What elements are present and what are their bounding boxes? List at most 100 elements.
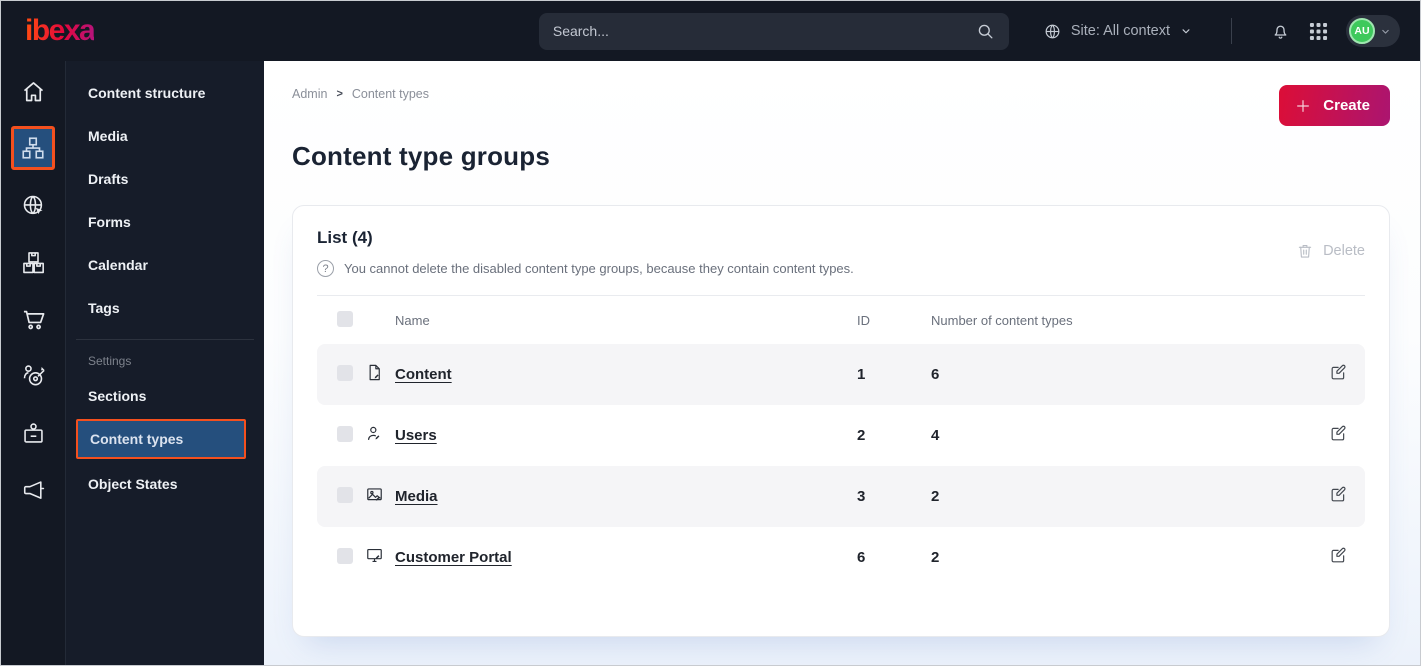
create-button-label: Create — [1323, 97, 1370, 114]
rail-item-personalization[interactable] — [11, 354, 55, 398]
icon-rail — [1, 61, 65, 665]
user-icon — [365, 424, 384, 443]
breadcrumb: Admin > Content types — [264, 61, 1420, 101]
chevron-down-icon — [1379, 25, 1392, 38]
group-name-link[interactable]: Customer Portal — [395, 549, 512, 566]
sidebar-item-label: Content types — [90, 431, 184, 447]
row-checkbox[interactable] — [337, 364, 353, 381]
group-count: 2 — [931, 488, 940, 505]
group-id: 6 — [857, 549, 866, 566]
list-note-text: You cannot delete the disabled content t… — [344, 261, 854, 276]
site-context-selector[interactable]: Site: All context — [1043, 22, 1193, 41]
group-id: 3 — [857, 488, 866, 505]
row-checkbox[interactable] — [337, 547, 353, 564]
rail-item-product-catalog[interactable] — [11, 240, 55, 284]
sidebar-item-calendar[interactable]: Calendar — [66, 243, 264, 286]
select-all-checkbox[interactable] — [337, 310, 353, 327]
ibexa-logo[interactable]: ibexa — [25, 16, 96, 46]
notifications-bell-icon[interactable] — [1270, 21, 1291, 42]
sidebar-item-label: Forms — [88, 213, 131, 230]
sidebar: Content structure Media Drafts Forms Cal… — [65, 61, 264, 665]
sidebar-item-object-states[interactable]: Object States — [66, 462, 264, 505]
rail-item-content[interactable] — [11, 126, 55, 170]
rail-item-admin[interactable] — [11, 411, 55, 455]
badge-icon — [20, 420, 47, 447]
edit-icon[interactable] — [1329, 424, 1348, 443]
table-body: Content 1 6 Users 2 4 Media 3 2 Customer… — [317, 344, 1365, 588]
delete-button[interactable]: Delete — [1296, 242, 1365, 260]
home-icon — [20, 78, 47, 105]
search-icon[interactable] — [976, 22, 995, 41]
sidebar-item-label: Content structure — [88, 84, 206, 101]
group-count: 2 — [931, 549, 940, 566]
sidebar-nav-settings: Sections Content types Object States — [66, 374, 264, 505]
boxes-icon — [20, 249, 47, 276]
group-name-link[interactable]: Media — [395, 488, 438, 505]
sidebar-item-tags[interactable]: Tags — [66, 286, 264, 329]
sidebar-item-label: Sections — [88, 387, 147, 404]
row-checkbox[interactable] — [337, 486, 353, 503]
rail-item-promotions[interactable] — [11, 468, 55, 512]
page-title: Content type groups — [292, 141, 551, 171]
global-search[interactable] — [538, 12, 1009, 50]
group-name-link[interactable]: Users — [395, 427, 437, 444]
edit-icon[interactable] — [1329, 363, 1348, 382]
table-row: Customer Portal 6 2 — [317, 527, 1365, 588]
sidebar-item-label: Calendar — [88, 256, 148, 273]
search-input[interactable] — [552, 23, 976, 39]
list-note: ? You cannot delete the disabled content… — [317, 260, 1365, 277]
sidebar-item-forms[interactable]: Forms — [66, 200, 264, 243]
monitor-icon — [365, 546, 384, 565]
sidebar-item-content-structure[interactable]: Content structure — [66, 71, 264, 114]
sidebar-item-label: Object States — [88, 475, 178, 492]
column-header-id: ID — [857, 312, 870, 328]
megaphone-icon — [20, 477, 47, 504]
sidebar-item-sections[interactable]: Sections — [66, 374, 264, 417]
sidebar-settings-label: Settings — [88, 354, 132, 368]
sidebar-item-label: Drafts — [88, 170, 129, 187]
sidebar-item-media[interactable]: Media — [66, 114, 264, 157]
table-header: Name ID Number of content types — [317, 296, 1365, 344]
edit-icon[interactable] — [1329, 546, 1348, 565]
table-row: Content 1 6 — [317, 344, 1365, 405]
trash-icon — [1296, 242, 1314, 260]
help-icon: ? — [317, 260, 334, 277]
topbar-divider — [1231, 18, 1232, 44]
breadcrumb-item-content-types[interactable]: Content types — [352, 87, 429, 101]
sidebar-item-label: Media — [88, 127, 128, 144]
group-count: 4 — [931, 427, 940, 444]
sidebar-item-drafts[interactable]: Drafts — [66, 157, 264, 200]
breadcrumb-item-admin[interactable]: Admin — [292, 87, 327, 101]
group-id: 1 — [857, 366, 866, 383]
rail-item-site[interactable] — [11, 183, 55, 227]
sidebar-item-content-types[interactable]: Content types — [76, 419, 246, 459]
app-grid-icon[interactable] — [1309, 22, 1328, 41]
avatar: AU — [1349, 18, 1375, 44]
chevron-down-icon — [1179, 24, 1193, 38]
main-content: Admin > Content types Create Content typ… — [264, 61, 1420, 665]
group-count: 6 — [931, 366, 940, 383]
topbar: ibexa Site: All context — [1, 1, 1420, 61]
target-person-icon — [20, 363, 47, 390]
delete-button-label: Delete — [1323, 243, 1365, 259]
sidebar-item-label: Tags — [88, 299, 120, 316]
site-context-label: Site: All context — [1070, 23, 1170, 39]
ibexa-admin-window: ibexa Site: All context — [0, 0, 1421, 666]
rail-item-dashboard[interactable] — [11, 69, 55, 113]
table-row: Users 2 4 — [317, 405, 1365, 466]
create-button[interactable]: Create — [1279, 85, 1390, 126]
rail-item-commerce[interactable] — [11, 297, 55, 341]
row-checkbox[interactable] — [337, 425, 353, 442]
table-row: Media 3 2 — [317, 466, 1365, 527]
column-header-count: Number of content types — [931, 312, 1073, 328]
plus-icon — [1295, 98, 1311, 114]
user-menu[interactable]: AU — [1346, 15, 1400, 47]
group-name-link[interactable]: Content — [395, 366, 452, 383]
globe-cursor-icon — [20, 192, 47, 219]
cart-icon — [20, 306, 47, 333]
image-icon — [365, 485, 384, 504]
edit-icon[interactable] — [1329, 485, 1348, 504]
globe-icon — [1043, 22, 1062, 41]
sidebar-nav-main: Content structure Media Drafts Forms Cal… — [66, 71, 264, 329]
column-header-name: Name — [395, 312, 430, 328]
